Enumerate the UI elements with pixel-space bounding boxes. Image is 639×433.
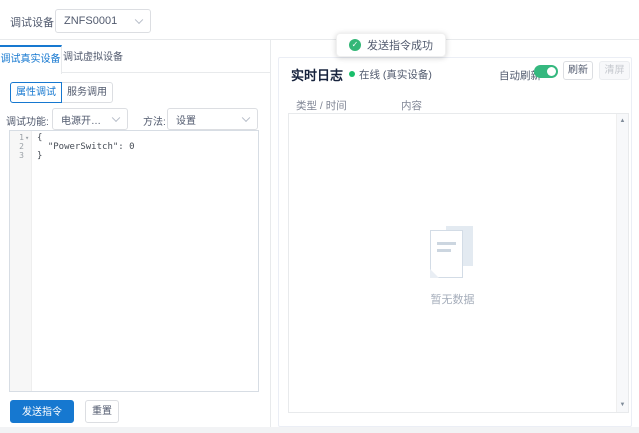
device-tabs: 调试真实设备 调试虚拟设备 bbox=[0, 45, 270, 74]
online-status-dot-icon bbox=[349, 71, 355, 77]
scroll-down-arrow-icon[interactable]: ▼ bbox=[617, 402, 628, 408]
function-select[interactable]: 电源开关 (Pow... bbox=[52, 108, 128, 130]
function-select-value: 电源开关 (Pow... bbox=[61, 115, 107, 127]
scroll-up-arrow-icon[interactable]: ▲ bbox=[617, 118, 628, 124]
debug-panel: 调试真实设备 调试虚拟设备 属性调试 服务调用 调试功能: 电源开关 (Pow.… bbox=[0, 40, 271, 427]
column-header-type-time: 类型 / 时间 bbox=[296, 100, 347, 112]
chevron-down-icon bbox=[111, 113, 121, 123]
method-select-value: 设置 bbox=[176, 115, 196, 127]
log-output-area: 暂无数据 ▲ ▼ bbox=[288, 113, 629, 413]
log-panel-title: 实时日志 bbox=[291, 68, 344, 83]
function-select-label: 调试功能: bbox=[6, 117, 49, 128]
editor-line: 3 } bbox=[10, 151, 258, 161]
chevron-down-icon bbox=[134, 15, 144, 25]
toggle-knob bbox=[547, 67, 556, 76]
debug-mode-group: 属性调试 服务调用 bbox=[10, 82, 113, 103]
online-status-text: 在线 (真实设备) bbox=[359, 69, 432, 81]
chevron-down-icon bbox=[241, 113, 251, 123]
send-command-button[interactable]: 发送指令 bbox=[10, 400, 74, 423]
toast-message: 发送指令成功 bbox=[367, 40, 433, 52]
device-select-value: ZNFS0001 bbox=[64, 15, 118, 27]
tab-virtual-device[interactable]: 调试虚拟设备 bbox=[62, 45, 124, 73]
device-select-label: 调试设备: bbox=[10, 17, 58, 29]
reset-button[interactable]: 重置 bbox=[85, 400, 119, 423]
property-debug-button[interactable]: 属性调试 bbox=[10, 82, 62, 103]
column-header-content: 内容 bbox=[401, 100, 422, 112]
method-select-label: 方法: bbox=[143, 117, 166, 128]
top-bar: 调试设备: ZNFS0001 bbox=[0, 0, 639, 40]
code-text: } bbox=[37, 151, 43, 161]
success-toast: ✓ 发送指令成功 bbox=[336, 33, 446, 57]
device-select[interactable]: ZNFS0001 bbox=[55, 9, 151, 33]
bottom-divider bbox=[0, 427, 639, 433]
tab-real-device[interactable]: 调试真实设备 bbox=[0, 45, 62, 74]
realtime-log-panel: 实时日志 在线 (真实设备) 自动刷新 刷新 清屏 类型 / 时间 内容 暂无数… bbox=[278, 57, 632, 427]
empty-document-icon bbox=[429, 226, 476, 278]
service-call-button[interactable]: 服务调用 bbox=[61, 82, 113, 103]
empty-state: 暂无数据 bbox=[289, 226, 616, 307]
log-scrollbar[interactable]: ▲ ▼ bbox=[616, 114, 628, 412]
auto-refresh-toggle[interactable] bbox=[534, 65, 558, 78]
method-select[interactable]: 设置 bbox=[167, 108, 258, 130]
empty-state-text: 暂无数据 bbox=[430, 294, 475, 306]
json-command-editor[interactable]: 1 ▾ { 2 "PowerSwitch": 0 3 } bbox=[9, 130, 259, 392]
refresh-button[interactable]: 刷新 bbox=[563, 61, 593, 80]
editor-line-number-gutter bbox=[10, 131, 32, 391]
success-check-icon: ✓ bbox=[349, 39, 361, 51]
clear-screen-button[interactable]: 清屏 bbox=[599, 61, 630, 80]
line-number: 3 bbox=[19, 151, 24, 160]
